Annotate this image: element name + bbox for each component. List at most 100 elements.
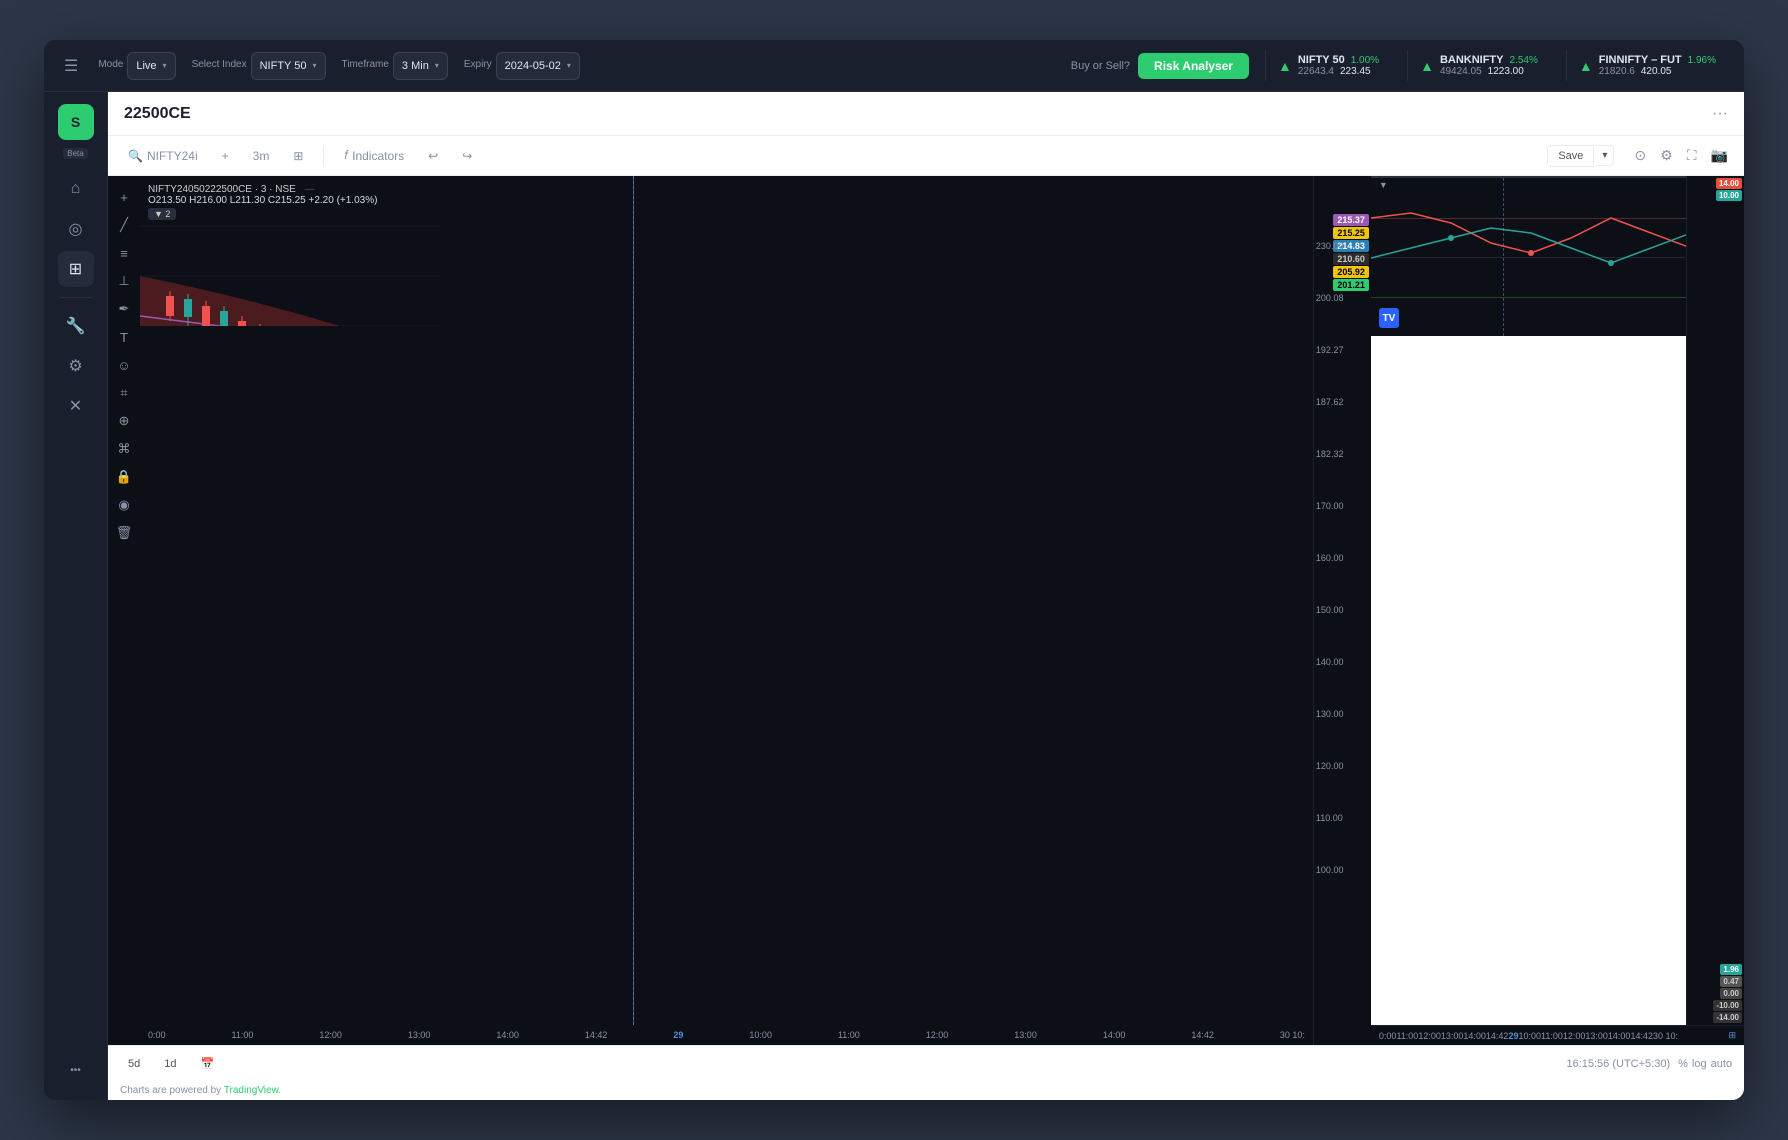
timeframe-label: Timeframe <box>342 59 389 70</box>
chevron-down-icon: ▾ <box>435 61 439 70</box>
trend-line-tool[interactable]: ╱ <box>110 212 138 238</box>
expiry-dropdown[interactable]: 2024-05-02 ▾ <box>496 52 580 80</box>
lock-tool[interactable]: 🔒 <box>110 464 138 490</box>
logo: S <box>58 104 94 140</box>
chart-symbol: 22500CE <box>124 105 191 123</box>
toolbar-icons: ⊙ ⚙ ⛶ 📷 <box>1630 143 1732 168</box>
sidebar-item-chart[interactable]: ◎ <box>58 211 94 247</box>
sidebar-item-options[interactable]: ⊞ <box>58 251 94 287</box>
emoji-tool[interactable]: ☺ <box>110 352 138 378</box>
nifty50-change: 1.00% <box>1351 55 1379 66</box>
save-group: Save ▾ <box>1547 145 1614 167</box>
x-axis: 0:00 11:00 12:00 13:00 14:00 14:42 29 10… <box>140 1025 1313 1045</box>
timeframe-dropdown[interactable]: 3 Min ▾ <box>393 52 448 80</box>
beta-badge: Beta <box>63 148 87 159</box>
pen-tool[interactable]: ✒ <box>110 296 138 322</box>
trash-tool[interactable]: 🗑 <box>110 520 138 546</box>
save-button[interactable]: Save <box>1547 145 1594 167</box>
chart-main-body: + ╱ ≡ ⊥ ✒ T ☺ ⌗ ⊕ ⌘ 🔒 ◉ 🗑 <box>108 176 1744 1045</box>
sidebar-item-home[interactable]: ⌂ <box>58 171 94 207</box>
mode-label: Mode <box>98 59 123 70</box>
oscillator-svg <box>1371 178 1686 336</box>
banknifty-diff: 1223.00 <box>1488 66 1524 77</box>
fullscreen-expand-icon[interactable]: ⊞ <box>1728 1030 1736 1041</box>
ruler-tool[interactable]: ⌗ <box>110 380 138 406</box>
banknifty-name: BANKNIFTY <box>1440 54 1504 66</box>
main-chart-svg <box>140 176 440 326</box>
calendar-button[interactable]: 📅 <box>193 1054 223 1073</box>
chart-toolbar: 🔍 NIFTY24i + 3m ⊞ 𝑓 Indicators ↩ ↪ Save … <box>108 136 1744 176</box>
chart-canvas-wrapper: NIFTY24050222500CE · 3 · NSE — O213.50 H… <box>140 176 1371 1045</box>
fullscreen-icon-button[interactable]: ⛶ <box>1683 143 1701 168</box>
chart-area: 22500CE ··· 🔍 NIFTY24i + 3m ⊞ 𝑓 Indicato… <box>108 92 1744 1100</box>
timeframe-display-button[interactable]: 3m <box>245 145 278 167</box>
horizontal-line-tool[interactable]: ≡ <box>110 240 138 266</box>
clock-icon-button[interactable]: ⊙ <box>1630 143 1650 168</box>
magnet-tool[interactable]: ⌘ <box>110 436 138 462</box>
nifty50-ticker: ▲ NIFTY 50 1.00% 22643.4 223.45 <box>1265 50 1391 81</box>
powered-by-bar: Charts are powered by TradingView. <box>108 1081 1744 1100</box>
redo-button[interactable]: ↪ <box>454 145 480 167</box>
add-indicator-button[interactable]: + <box>214 145 237 167</box>
zoom-tool[interactable]: ⊕ <box>110 408 138 434</box>
oscillator-tags: 14.00 10.00 <box>1716 178 1742 201</box>
osc-tag-14: 14.00 <box>1716 178 1742 189</box>
mode-dropdown[interactable]: Live ▾ <box>127 52 175 80</box>
price-scale: 230.00 200.08 192.27 187.62 182.32 170.0… <box>1316 220 1344 896</box>
oscillator-bottom-tags: 1.96 0.47 0.00 -10.00 -14.00 <box>1713 964 1742 1023</box>
save-dropdown-button[interactable]: ▾ <box>1596 145 1614 166</box>
indicators-button[interactable]: 𝑓 Indicators <box>336 144 412 167</box>
undo-button[interactable]: ↩ <box>420 145 446 167</box>
osc-tag-10: 10.00 <box>1716 190 1742 201</box>
expiry-label: Expiry <box>464 59 492 70</box>
camera-icon-button[interactable]: 📷 <box>1707 143 1732 168</box>
risk-analyser-button[interactable]: Risk Analyser <box>1138 53 1249 79</box>
log-auto-controls: % log auto <box>1678 1058 1732 1070</box>
drawing-toolbar: + ╱ ≡ ⊥ ✒ T ☺ ⌗ ⊕ ⌘ 🔒 ◉ 🗑 <box>108 176 140 1045</box>
chart-more-button[interactable]: ··· <box>1712 105 1728 123</box>
finnifty-ticker: ▲ FINNIFTY – FUT 1.96% 21820.6 420.05 <box>1566 50 1728 81</box>
banknifty-price: 49424.05 <box>1440 66 1482 77</box>
text-tool[interactable]: T <box>110 324 138 350</box>
chevron-down-icon: ▾ <box>312 61 316 70</box>
fork-tool[interactable]: ⊥ <box>110 268 138 294</box>
sidebar-item-close[interactable]: ✕ <box>58 388 94 424</box>
index-group: Select Index NIFTY 50 ▾ <box>192 52 326 80</box>
crosshair-tool[interactable]: + <box>110 184 138 210</box>
log-label: log <box>1692 1058 1707 1070</box>
osc-tag-000: 0.00 <box>1720 988 1742 999</box>
left-sidebar: S Beta ⌂ ◎ ⊞ 🔧 ⚙ ✕ ••• <box>44 92 108 1100</box>
chart-canvas[interactable]: NIFTY24050222500CE · 3 · NSE — O213.50 H… <box>140 176 1313 1045</box>
1d-button[interactable]: 1d <box>156 1055 184 1073</box>
up-arrow-icon: ▲ <box>1278 58 1292 74</box>
chart-header: 22500CE ··· <box>108 92 1744 136</box>
banknifty-change: 2.54% <box>1510 55 1538 66</box>
indicators-icon: 𝑓 <box>344 148 348 163</box>
mode-group: Mode Live ▾ <box>98 52 175 80</box>
sidebar-item-settings[interactable]: ⚙ <box>58 348 94 384</box>
buy-or-sell-label: Buy or Sell? <box>1071 60 1130 72</box>
right-price-axis: 215.37 215.25 214.83 210.60 205.92 201.2… <box>1313 176 1371 1045</box>
osc-tag-047: 0.47 <box>1720 976 1742 987</box>
search-icon: 🔍 <box>128 149 143 163</box>
sidebar-divider <box>60 297 92 298</box>
index-dropdown[interactable]: NIFTY 50 ▾ <box>251 52 326 80</box>
sidebar-item-wrench[interactable]: 🔧 <box>58 308 94 344</box>
sidebar-item-more[interactable]: ••• <box>58 1052 94 1088</box>
pct-label: % <box>1678 1058 1688 1070</box>
tradingview-link[interactable]: TradingView. <box>224 1085 281 1096</box>
tradingview-logo: TV <box>1379 308 1399 328</box>
nifty50-diff: 223.45 <box>1340 66 1371 77</box>
visibility-tool[interactable]: ◉ <box>110 492 138 518</box>
bottom-toolbar: 5d 1d 📅 16:15:56 (UTC+5:30) % log auto <box>108 1045 1744 1081</box>
oscillator-x-axis: 0:00 11:00 12:00 13:00 14:00 14:42 29 10… <box>1371 1025 1744 1045</box>
osc-tag-neg14: -14.00 <box>1713 1012 1742 1023</box>
compare-button[interactable]: ⊞ <box>285 145 311 167</box>
chevron-down-icon: ▾ <box>567 61 571 70</box>
5d-button[interactable]: 5d <box>120 1055 148 1073</box>
search-symbol-button[interactable]: 🔍 NIFTY24i <box>120 145 206 167</box>
hamburger-button[interactable]: ☰ <box>60 52 82 80</box>
banknifty-ticker: ▲ BANKNIFTY 2.54% 49424.05 1223.00 <box>1407 50 1550 81</box>
osc-tag-neg10: -10.00 <box>1713 1000 1742 1011</box>
gear-icon-button[interactable]: ⚙ <box>1656 143 1677 168</box>
